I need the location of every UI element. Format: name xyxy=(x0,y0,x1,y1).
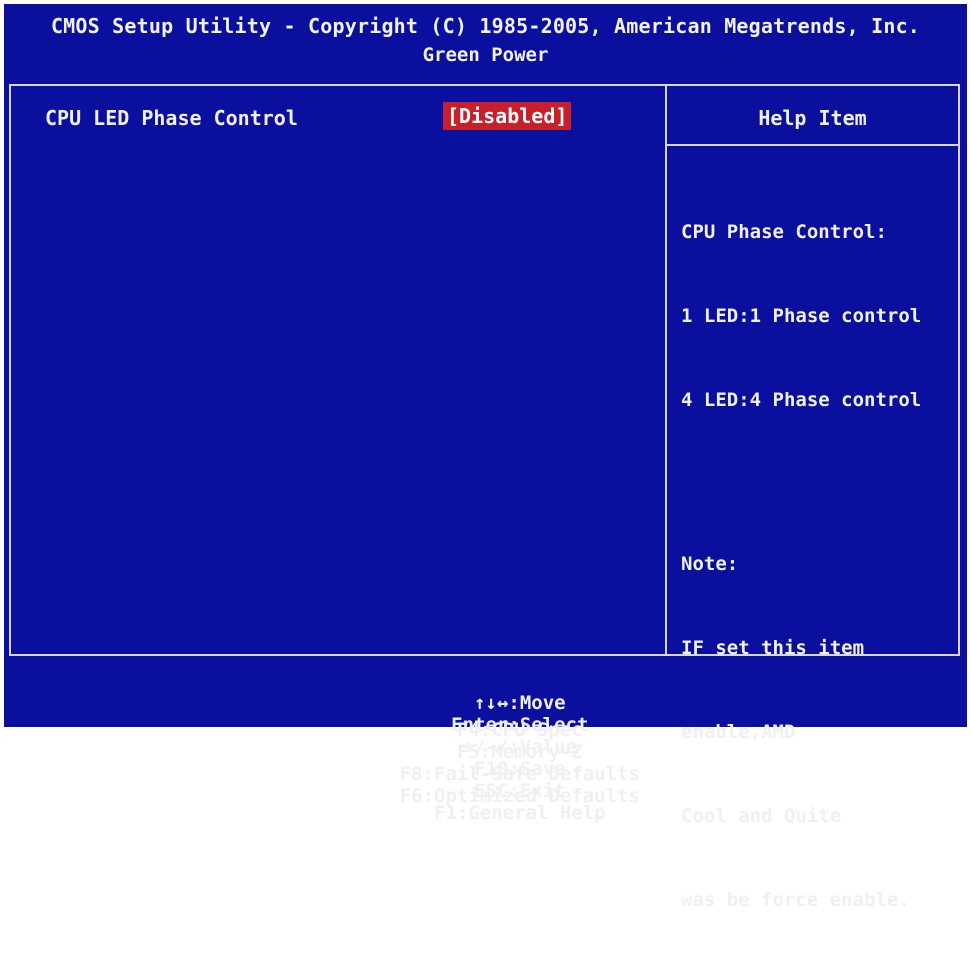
help-gap xyxy=(681,470,921,494)
help-separator xyxy=(667,144,958,146)
page-title: Green Power xyxy=(422,44,549,66)
help-line: 1 LED:1 Phase control xyxy=(681,305,922,327)
help-panel-title: Help Item xyxy=(758,106,867,130)
bios-header: CMOS Setup Utility - Copyright (C) 1985-… xyxy=(4,4,967,80)
key-hint-memory-z: F5:Memory-Z xyxy=(456,741,583,763)
help-line: IF set this item xyxy=(681,637,865,659)
key-legend-row-2: F4:CPU Spec F5:Memory-Z F8:Fail-Safe Def… xyxy=(4,697,967,829)
help-panel-body: CPU Phase Control: 1 LED:1 Phase control… xyxy=(681,162,921,970)
help-line: was be force enable. xyxy=(681,889,910,911)
key-hint-fail-safe-defaults: F8:Fail-Safe Defaults xyxy=(399,763,640,785)
bios-screen: CMOS Setup Utility - Copyright (C) 1985-… xyxy=(4,4,967,911)
setting-label-cpu-led-phase-control[interactable]: CPU LED Phase Control xyxy=(45,106,298,130)
key-hint-optimized-defaults: F6:Optimized Defaults xyxy=(399,785,640,807)
key-legend: ↑↓↔:Move Enter:Select +/-/:Value F10:Sav… xyxy=(4,660,967,824)
main-frame: CPU LED Phase Control [Disabled] Help It… xyxy=(9,84,960,911)
key-hint-cpu-spec: F4:CPU Spec xyxy=(456,719,583,741)
help-line: CPU Phase Control: xyxy=(681,221,887,243)
panel-divider xyxy=(665,86,667,654)
help-line: Note: xyxy=(681,553,739,575)
bios-title: CMOS Setup Utility - Copyright (C) 1985-… xyxy=(50,14,921,38)
setting-value-cpu-led-phase-control[interactable]: [Disabled] xyxy=(443,102,572,130)
help-line: 4 LED:4 Phase control xyxy=(681,389,922,411)
